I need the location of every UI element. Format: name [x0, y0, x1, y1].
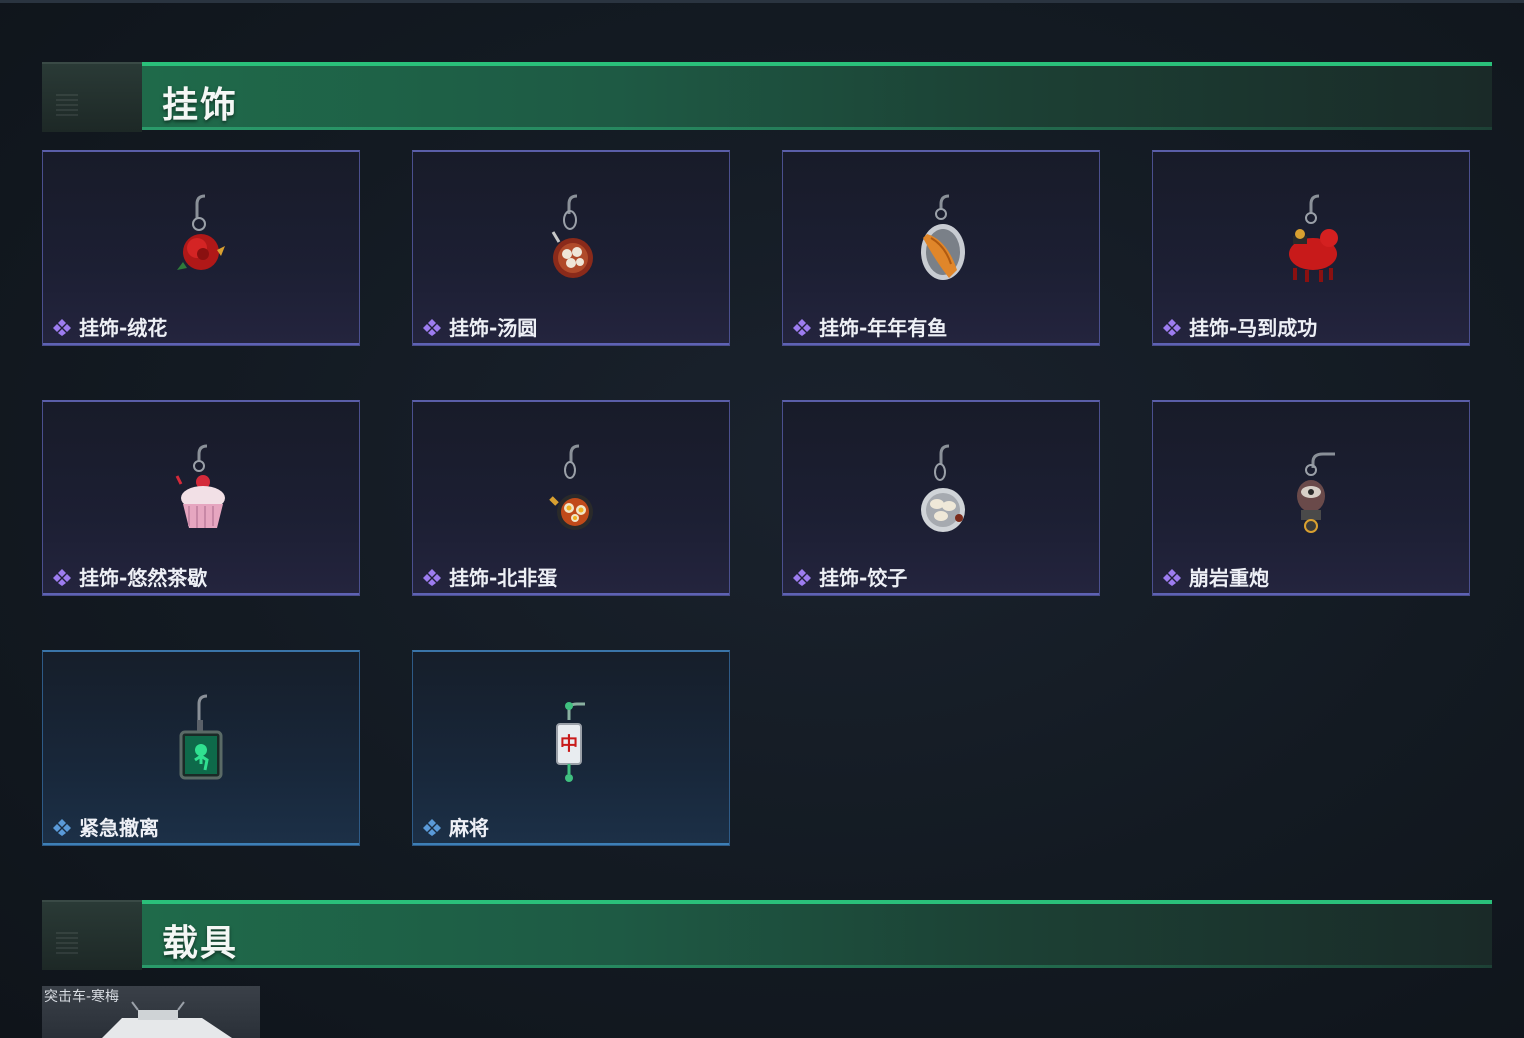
fish-plate-charm-icon: [907, 190, 977, 290]
rarity-diamond-icon: [53, 819, 71, 836]
dumpling-plate-charm-icon: [907, 440, 977, 540]
charm-label: 紧急撤离: [79, 816, 159, 840]
section-tab: [42, 62, 142, 132]
charm-label: 挂饰-绒花: [79, 316, 168, 340]
charm-card-dumpling[interactable]: 挂饰-饺子: [782, 400, 1100, 596]
section-tab: [42, 900, 142, 970]
charm-label: 麻将: [449, 816, 489, 840]
green-evacuation-tag-charm-icon: [167, 690, 237, 790]
vehicles-section-title: 载具: [162, 923, 239, 964]
rarity-diamond-icon: [793, 319, 811, 336]
rarity-diamond-icon: [793, 569, 811, 586]
svg-text:中: 中: [560, 733, 578, 755]
rarity-diamond-icon: [1163, 319, 1181, 336]
charm-card-evacuation[interactable]: 紧急撤离: [42, 650, 360, 846]
rarity-diamond-icon: [53, 319, 71, 336]
red-horse-charm-icon: [1277, 190, 1347, 290]
section-bar: [142, 900, 1492, 968]
rarity-diamond-icon: [423, 819, 441, 836]
charm-card-fish[interactable]: 挂饰-年年有鱼: [782, 150, 1100, 346]
section-bar: [142, 62, 1492, 130]
charm-card-shakshuka[interactable]: 挂饰-北非蛋: [412, 400, 730, 596]
charm-card-mahjong[interactable]: 中 麻将: [412, 650, 730, 846]
charm-card-robot[interactable]: 崩岩重炮: [1152, 400, 1470, 596]
rarity-diamond-icon: [1163, 569, 1181, 586]
mahjong-tile-charm-icon: 中: [537, 690, 607, 790]
charm-card-cupcake[interactable]: 挂饰-悠然茶歇: [42, 400, 360, 596]
charm-label: 崩岩重炮: [1189, 566, 1269, 590]
charm-card-tangyuan[interactable]: 挂饰-汤圆: [412, 150, 730, 346]
charm-card-rose[interactable]: 挂饰-绒花: [42, 150, 360, 346]
top-divider: [0, 0, 1524, 3]
assault-vehicle-icon: [102, 1001, 232, 1038]
charm-label: 挂饰-马到成功: [1189, 316, 1318, 340]
charm-card-horse[interactable]: 挂饰-马到成功: [1152, 150, 1470, 346]
charms-section-header: 挂饰: [42, 62, 1492, 132]
cupcake-charm-icon: [167, 440, 237, 540]
shakshuka-pan-charm-icon: [537, 440, 607, 540]
charm-label: 挂饰-悠然茶歇: [79, 566, 208, 590]
vehicles-section-header: 载具: [42, 900, 1492, 970]
charm-label: 挂饰-汤圆: [449, 316, 538, 340]
charms-section-title: 挂饰: [162, 85, 239, 126]
charm-label: 挂饰-北非蛋: [449, 566, 558, 590]
charm-label: 挂饰-年年有鱼: [819, 316, 948, 340]
rarity-diamond-icon: [423, 319, 441, 336]
rose-charm-icon: [167, 190, 237, 290]
rarity-diamond-icon: [53, 569, 71, 586]
charm-label: 挂饰-饺子: [819, 566, 908, 590]
rarity-diamond-icon: [423, 569, 441, 586]
vehicle-card-assault[interactable]: 突击车-寒梅: [42, 986, 260, 1038]
tangyuan-bowl-charm-icon: [537, 190, 607, 290]
robot-charm-icon: [1277, 440, 1347, 540]
